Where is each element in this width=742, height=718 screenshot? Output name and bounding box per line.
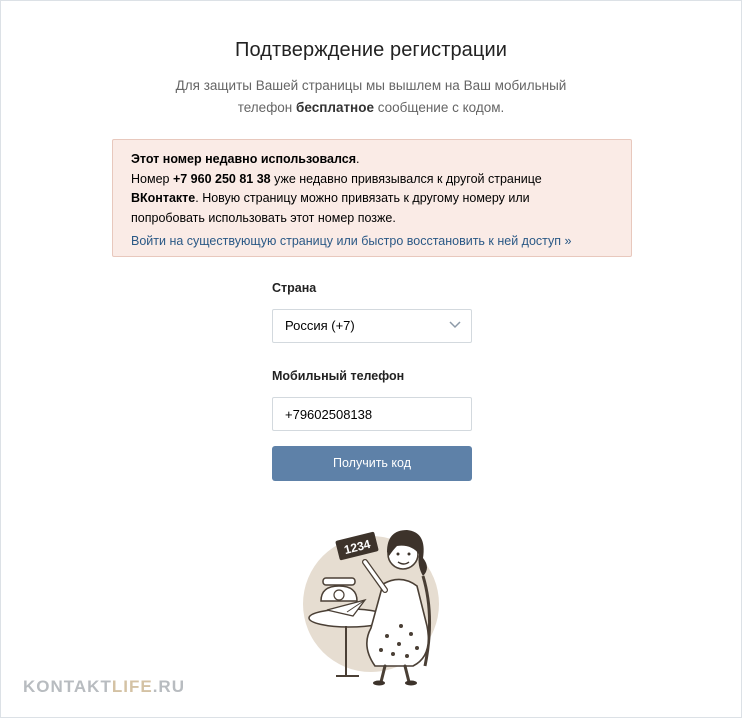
page-title: Подтверждение регистрации — [234, 39, 508, 61]
subtitle-line-1: Для защиты Вашей страницы мы вышлем на В… — [175, 78, 567, 93]
chevron-down-icon — [449, 321, 461, 329]
alert-line-1-post: уже недавно привязывался к другой страни… — [270, 171, 542, 186]
warning-alert: Этот номер недавно использовался. Номер … — [112, 139, 632, 257]
watermark: KONTAKTLIFE.RU — [23, 677, 185, 697]
country-select-value: Россия (+7) — [285, 318, 355, 333]
subtitle-bold-word: бесплатное — [296, 100, 374, 115]
country-select[interactable]: Россия (+7) — [272, 309, 472, 343]
subtitle-line-2-post: сообщение с кодом. — [373, 100, 505, 115]
telephone-icon — [320, 577, 358, 602]
country-label: Страна — [272, 281, 317, 295]
restore-access-link[interactable]: Войти на существующую страницу или быстр… — [131, 232, 613, 252]
alert-line-1-pre: Номер — [131, 171, 173, 186]
subtitle-line-2: телефон бесплатное сообщение с кодом. — [1, 97, 741, 119]
phone-label: Мобильный телефон — [272, 369, 405, 383]
phone-input[interactable] — [272, 397, 472, 431]
alert-heading-dot: . — [356, 152, 360, 166]
phone-form: Страна Россия (+7) Мобильный телефон Пол… — [272, 281, 472, 481]
get-code-button[interactable]: Получить код — [272, 446, 472, 481]
page-subtitle: Для защиты Вашей страницы мы вышлем на В… — [1, 75, 741, 119]
alert-line-3: попробовать использовать этот номер позж… — [131, 210, 396, 225]
alert-heading-line: Этот номер недавно использовался. — [131, 150, 613, 170]
watermark-part-1: KONTAKT — [23, 677, 112, 696]
alert-line-1: Номер +7 960 250 81 38 уже недавно привя… — [131, 170, 613, 190]
subtitle-line-2-pre: телефон — [237, 100, 297, 115]
watermark-part-2: LIFE — [111, 677, 153, 696]
watermark-part-3: .RU — [152, 677, 185, 696]
alert-brand: ВКонтакте — [131, 191, 196, 205]
alert-heading: Этот номер недавно использовался — [131, 152, 356, 166]
alert-line-2: ВКонтакте. Новую страницу можно привязат… — [131, 189, 613, 209]
alert-line-2-post: . Новую страницу можно привязать к друго… — [195, 191, 530, 205]
illustration: 1234 — [303, 530, 439, 686]
alert-phone-number: +7 960 250 81 38 — [172, 171, 271, 186]
woman-legs — [379, 664, 411, 684]
